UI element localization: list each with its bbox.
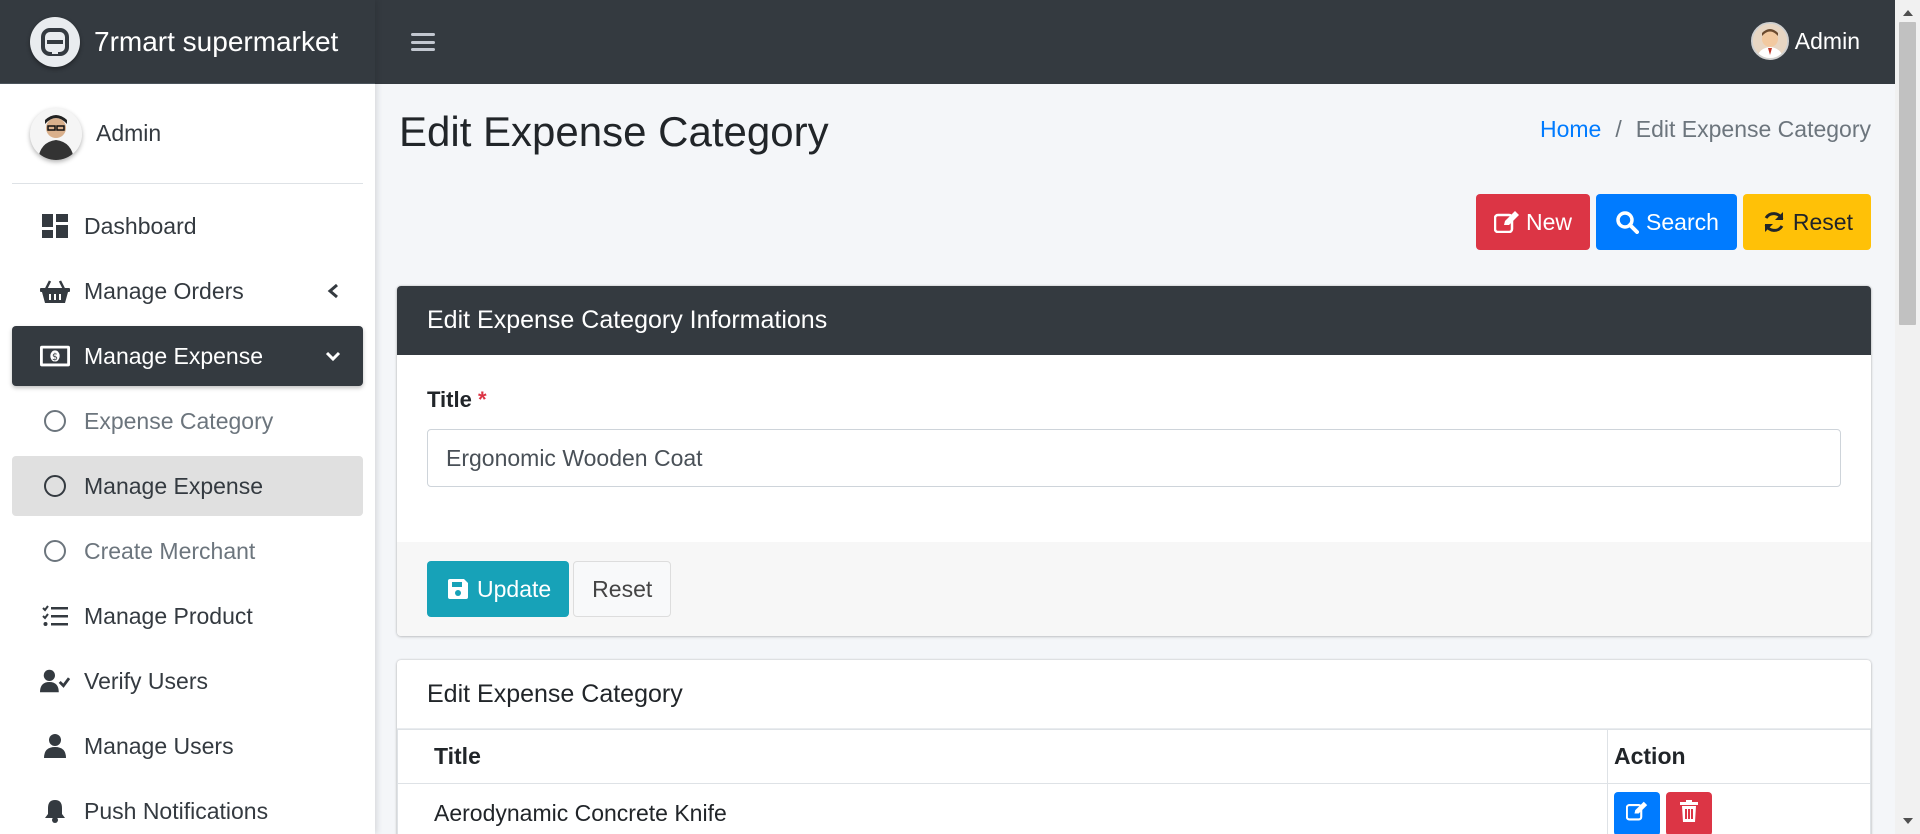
title-label-text: Title <box>427 387 472 412</box>
column-header-title: Title <box>397 729 1608 784</box>
sidebar-item-manage-users[interactable]: Manage Users <box>12 716 363 776</box>
title-input[interactable]: Ergonomic Wooden Coat <box>427 429 1841 487</box>
sidebar-item-label: Push Notifications <box>84 797 269 824</box>
list-check-icon <box>40 601 70 631</box>
sidebar-item-label: Dashboard <box>84 212 197 239</box>
sidebar-item-label: Verify Users <box>84 667 208 694</box>
sidebar-user-name: Admin <box>96 120 162 146</box>
breadcrumb-current: Edit Expense Category <box>1635 116 1871 142</box>
form-reset-button-label: Reset <box>592 575 653 602</box>
svg-text:$: $ <box>52 352 58 363</box>
sidebar-item-verify-users[interactable]: Verify Users <box>12 651 363 711</box>
update-button-label: Update <box>477 575 552 602</box>
row-delete-button[interactable] <box>1666 791 1712 834</box>
user-check-icon <box>40 666 70 696</box>
sidebar-item-label: Create Merchant <box>84 537 256 564</box>
refresh-icon <box>1761 209 1787 235</box>
edit-icon <box>1494 209 1520 235</box>
sidebar-item-manage-product[interactable]: Manage Product <box>12 586 363 646</box>
category-list-card: Edit Expense Category Title Action Aerod… <box>397 660 1871 834</box>
top-user-name: Admin <box>1794 27 1860 54</box>
circle-icon <box>40 536 70 566</box>
sidebar-item-label: Manage Expense <box>84 342 264 369</box>
save-icon <box>445 576 471 602</box>
chevron-left-icon <box>321 279 345 303</box>
page-scrollbar[interactable] <box>1895 0 1920 834</box>
table-header-row: Title Action <box>397 729 1871 784</box>
row-edit-button[interactable] <box>1614 791 1660 834</box>
top-navbar: Admin <box>375 0 1895 84</box>
edit-icon <box>1625 800 1648 827</box>
scrollbar-thumb[interactable] <box>1899 22 1916 325</box>
sidebar-item-create-merchant[interactable]: Create Merchant <box>12 521 363 581</box>
menu-toggle-icon[interactable] <box>411 31 435 53</box>
form-card-footer: Update Reset <box>397 542 1871 636</box>
user-icon <box>40 731 70 761</box>
money-bill-icon: $ <box>40 341 70 371</box>
sidebar-item-label: Manage Product <box>84 602 253 629</box>
scroll-up-icon[interactable] <box>1903 10 1913 16</box>
column-header-action: Action <box>1607 729 1871 784</box>
edit-form-card: Edit Expense Category Informations Title… <box>397 286 1871 636</box>
sidebar: 7rmart supermarket Admin Dashboard Manag… <box>0 0 375 834</box>
basket-icon <box>40 276 70 306</box>
update-button[interactable]: Update <box>427 561 570 617</box>
chevron-down-icon <box>321 344 345 368</box>
scroll-down-icon[interactable] <box>1903 818 1913 824</box>
table-cell-action <box>1607 783 1871 834</box>
reset-button-label: Reset <box>1792 208 1853 235</box>
table-cell-title: Aerodynamic Concrete Knife <box>397 783 1608 834</box>
form-reset-button[interactable]: Reset <box>573 561 672 617</box>
sidebar-item-label: Expense Category <box>84 407 274 434</box>
avatar <box>1750 22 1789 60</box>
sidebar-item-label: Manage Users <box>84 732 234 759</box>
search-button[interactable]: Search <box>1596 194 1737 250</box>
circle-icon <box>40 471 70 501</box>
sidebar-item-manage-orders[interactable]: Manage Orders <box>12 261 363 321</box>
category-table: Title Action Aerodynamic Concrete Knife <box>397 729 1871 834</box>
sidebar-item-label: Manage Orders <box>84 277 244 304</box>
avatar <box>30 107 82 160</box>
sidebar-item-push-notifications[interactable]: Push Notifications <box>12 781 363 834</box>
new-button-label: New <box>1526 208 1573 235</box>
reset-button[interactable]: Reset <box>1742 194 1871 250</box>
sidebar-item-manage-expense[interactable]: $ Manage Expense <box>12 326 363 386</box>
brand-name: 7rmart supermarket <box>94 25 339 57</box>
form-card-header: Edit Expense Category Informations <box>397 286 1871 355</box>
breadcrumb-home-link[interactable]: Home <box>1540 116 1601 143</box>
sidebar-nav: Dashboard Manage Orders $ Manage Expense <box>0 184 375 834</box>
breadcrumb: Home / Edit Expense Category <box>1540 116 1871 143</box>
sidebar-item-manage-expense-sub[interactable]: Manage Expense <box>12 456 363 516</box>
circle-icon <box>40 406 70 436</box>
sidebar-item-dashboard[interactable]: Dashboard <box>12 196 363 256</box>
top-user-menu[interactable]: Admin <box>1750 22 1860 60</box>
search-icon <box>1614 209 1640 235</box>
main-content: Edit Expense Category Home / Edit Expens… <box>375 84 1895 834</box>
page-title: Edit Expense Category <box>399 108 829 155</box>
trash-icon <box>1680 799 1698 828</box>
search-button-label: Search <box>1646 208 1719 235</box>
list-card-header: Edit Expense Category <box>397 660 1871 729</box>
sidebar-item-expense-category[interactable]: Expense Category <box>12 391 363 451</box>
new-button[interactable]: New <box>1476 194 1591 250</box>
action-buttons: New Search Reset <box>1476 194 1871 250</box>
sidebar-item-label: Manage Expense <box>84 472 264 499</box>
dashboard-icon <box>40 211 70 241</box>
title-label: Title * <box>427 387 487 412</box>
user-panel[interactable]: Admin <box>12 84 363 184</box>
required-mark: * <box>477 387 487 412</box>
table-row: Aerodynamic Concrete Knife <box>397 783 1871 834</box>
form-body: Title * Ergonomic Wooden Coat <box>397 355 1871 542</box>
brand-link[interactable]: 7rmart supermarket <box>0 0 375 84</box>
breadcrumb-separator: / <box>1615 116 1622 142</box>
bell-icon <box>40 796 70 826</box>
brand-logo-icon <box>30 16 80 67</box>
